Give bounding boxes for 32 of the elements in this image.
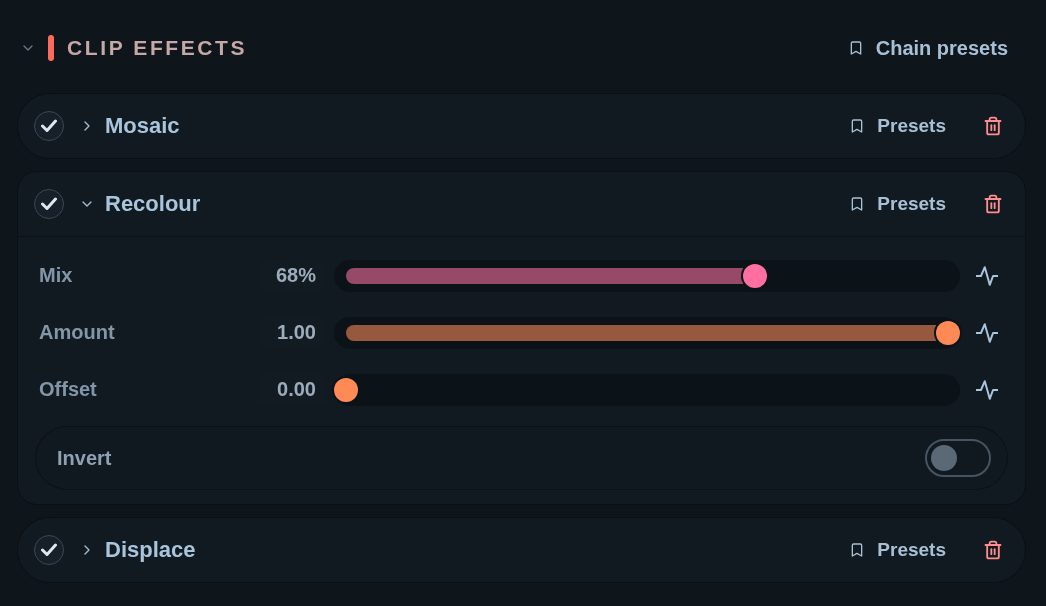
enable-checkbox[interactable] xyxy=(34,535,64,565)
slider-track[interactable] xyxy=(334,373,960,406)
accent-bar-icon xyxy=(48,35,54,61)
slider-thumb[interactable] xyxy=(334,377,358,402)
toggle-switch[interactable] xyxy=(925,439,991,477)
slider-track[interactable] xyxy=(334,259,960,292)
effect-name: Displace xyxy=(105,537,196,563)
effect-name: Mosaic xyxy=(105,113,180,139)
chain-presets-button[interactable]: Chain presets xyxy=(847,36,1008,60)
presets-button[interactable]: Presets xyxy=(849,539,946,561)
toggle-label: Invert xyxy=(57,446,112,470)
check-icon xyxy=(41,119,57,133)
param-label: Offset xyxy=(39,378,98,401)
slider-thumb[interactable] xyxy=(743,263,768,288)
section-title: CLIP EFFECTS xyxy=(67,36,248,60)
param-label: Mix xyxy=(39,264,74,287)
presets-button[interactable]: Presets xyxy=(849,115,946,137)
pulse-icon[interactable] xyxy=(976,264,998,287)
enable-checkbox[interactable] xyxy=(34,111,64,141)
check-icon xyxy=(41,543,57,557)
pulse-icon[interactable] xyxy=(976,321,998,344)
check-icon xyxy=(41,197,57,211)
trash-icon[interactable] xyxy=(983,115,1003,137)
pulse-icon[interactable] xyxy=(976,378,998,401)
param-label: Amount xyxy=(39,321,116,344)
presets-button[interactable]: Presets xyxy=(849,193,946,215)
effect-name: Recolour xyxy=(105,191,201,217)
trash-icon[interactable] xyxy=(983,539,1003,561)
slider-thumb[interactable] xyxy=(936,320,960,345)
slider-track[interactable] xyxy=(334,316,960,349)
enable-checkbox[interactable] xyxy=(34,189,64,219)
trash-icon[interactable] xyxy=(983,193,1003,215)
